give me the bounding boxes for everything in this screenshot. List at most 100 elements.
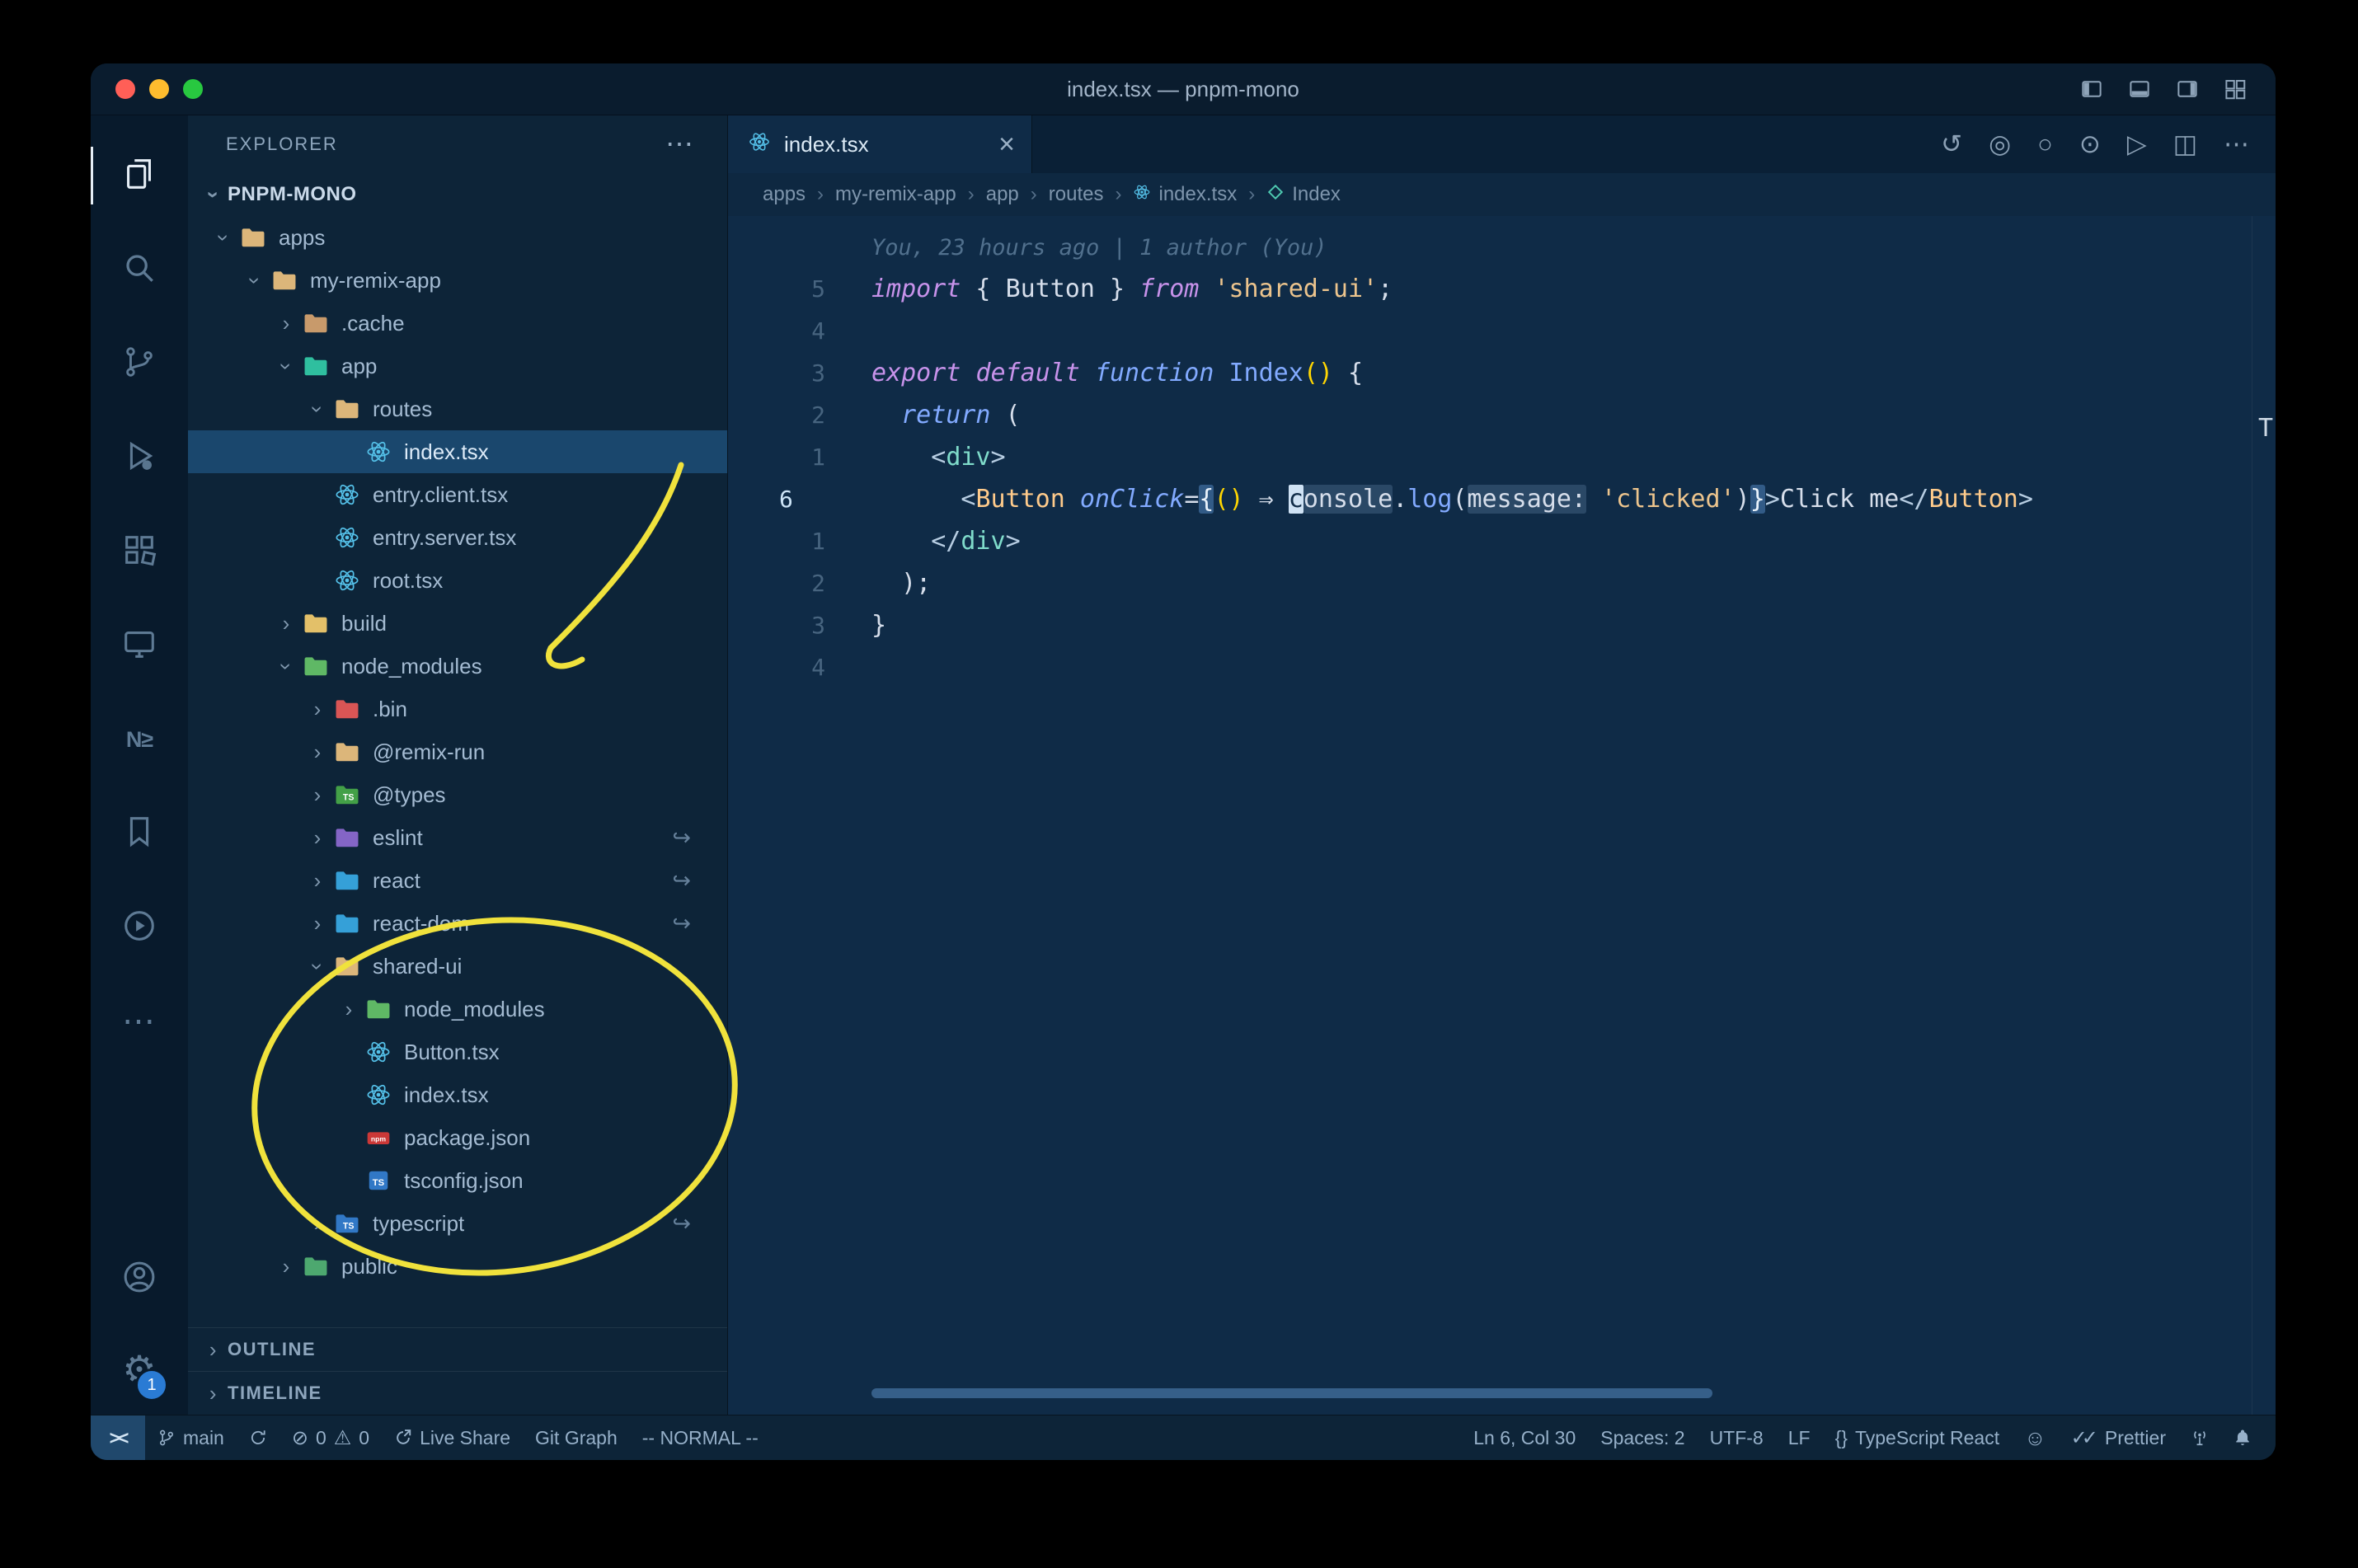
breadcrumb-item-app[interactable]: app [986, 183, 1019, 206]
twistie-collapsed-icon[interactable]: › [303, 1211, 331, 1237]
breadcrumb-item-routes[interactable]: routes [1049, 183, 1104, 206]
status-eol[interactable]: LF [1776, 1415, 1823, 1460]
symlink-indicator-icon: ↪ [672, 867, 691, 893]
tree-item-apps[interactable]: › apps [188, 216, 727, 259]
tree-item-index-tsx[interactable]: index.tsx [188, 1073, 727, 1116]
toggle-secondary-sidebar-icon[interactable] [2175, 77, 2200, 101]
twistie-collapsed-icon[interactable]: › [303, 697, 331, 722]
status-cursor-position[interactable]: Ln 6, Col 30 [1461, 1415, 1588, 1460]
breadcrumb-item-apps[interactable]: apps [763, 183, 806, 206]
tree-item--remix-run[interactable]: › @remix-run [188, 730, 727, 773]
tab-index-tsx[interactable]: index.tsx × [728, 115, 1032, 173]
tree-item-node-modules[interactable]: › node_modules [188, 988, 727, 1030]
twistie-collapsed-icon[interactable]: › [303, 739, 331, 765]
tree-item-my-remix-app[interactable]: › my-remix-app [188, 259, 727, 302]
timeline-history-icon[interactable]: ↺ [1941, 129, 1962, 159]
more-actions-icon[interactable]: ⋯ [2224, 129, 2249, 159]
tree-item-entry-server-tsx[interactable]: entry.server.tsx [188, 516, 727, 559]
outline-section[interactable]: › OUTLINE [188, 1327, 727, 1371]
tree-item--types[interactable]: › TS @types [188, 773, 727, 816]
status-feedback-smiley[interactable]: ☺ [2012, 1415, 2059, 1460]
tree-item--cache[interactable]: › .cache [188, 302, 727, 345]
zoom-window-button[interactable] [183, 79, 203, 99]
status-encoding[interactable]: UTF-8 [1698, 1415, 1776, 1460]
horizontal-scrollbar[interactable] [871, 1388, 1712, 1398]
tree-item-shared-ui[interactable]: › shared-ui [188, 945, 727, 988]
run-code-icon[interactable]: ▷ [2127, 129, 2147, 159]
activity-settings[interactable]: ⚙ 1 [91, 1324, 188, 1415]
status-git-graph[interactable]: Git Graph [523, 1415, 630, 1460]
status-sync-changes[interactable] [237, 1415, 279, 1460]
twistie-expanded-icon[interactable]: › [242, 266, 268, 294]
breadcrumb-item-index-tsx[interactable]: index.tsx [1133, 183, 1237, 207]
twistie-expanded-icon[interactable]: › [211, 223, 237, 251]
code-editor[interactable]: You, 23 hours ago | 1 author (You) 5 impor… [728, 216, 2276, 1415]
tab-close-icon[interactable]: × [998, 130, 1015, 158]
workspace-root-row[interactable]: › PNPM-MONO [188, 173, 727, 216]
twistie-collapsed-icon[interactable]: › [303, 911, 331, 937]
twistie-collapsed-icon[interactable]: › [335, 997, 363, 1022]
gitlens-prev-change-icon[interactable]: ◎ [1989, 129, 2011, 159]
status-live-share[interactable]: Live Share [382, 1415, 523, 1460]
activity-account[interactable] [91, 1233, 188, 1324]
gitlens-next-change-icon[interactable]: ⊙ [2079, 129, 2101, 159]
twistie-collapsed-icon[interactable]: › [272, 611, 300, 636]
tree-item-react[interactable]: › react ↪ [188, 859, 727, 902]
activity-search[interactable] [91, 223, 188, 317]
twistie-expanded-icon[interactable]: › [305, 395, 331, 423]
twistie-collapsed-icon[interactable]: › [303, 782, 331, 808]
status-vim-mode[interactable]: -- NORMAL -- [630, 1415, 771, 1460]
toggle-panel-icon[interactable] [2127, 77, 2152, 101]
tree-item-tsconfig-json[interactable]: TS tsconfig.json [188, 1159, 727, 1202]
close-window-button[interactable] [115, 79, 135, 99]
activity-extensions[interactable] [91, 505, 188, 599]
twistie-expanded-icon[interactable]: › [274, 352, 299, 380]
timeline-section[interactable]: › TIMELINE [188, 1371, 727, 1415]
tree-item-eslint[interactable]: › eslint ↪ [188, 816, 727, 859]
breadcrumb-item-index[interactable]: Index [1266, 183, 1341, 207]
tree-item-typescript[interactable]: › TS typescript ↪ [188, 1202, 727, 1245]
tree-item--bin[interactable]: › .bin [188, 688, 727, 730]
status-language-mode[interactable]: {} TypeScript React [1823, 1415, 2013, 1460]
tree-item-app[interactable]: › app [188, 345, 727, 387]
activity-more-views[interactable]: ⋯ [91, 974, 188, 1068]
tree-item-react-dom[interactable]: › react-dom ↪ [188, 902, 727, 945]
tree-item-routes[interactable]: › routes [188, 387, 727, 430]
tree-item-public[interactable]: › public [188, 1245, 727, 1288]
status-indentation[interactable]: Spaces: 2 [1588, 1415, 1697, 1460]
twistie-collapsed-icon[interactable]: › [303, 868, 331, 894]
status-notifications[interactable] [2221, 1415, 2264, 1460]
tree-item-build[interactable]: › build [188, 602, 727, 645]
minimize-window-button[interactable] [149, 79, 169, 99]
activity-run-debug[interactable] [91, 411, 188, 505]
activity-code-runner[interactable] [91, 880, 188, 974]
status-remote-indicator[interactable]: >< [91, 1415, 145, 1460]
breadcrumb-item-my-remix-app[interactable]: my-remix-app [835, 183, 956, 206]
status-prettier[interactable]: ✓✓ Prettier [2059, 1415, 2178, 1460]
activity-remote-explorer[interactable] [91, 599, 188, 692]
twistie-collapsed-icon[interactable]: › [272, 311, 300, 336]
status-git-branch[interactable]: main [145, 1415, 237, 1460]
gitlens-changes-icon[interactable]: ○ [2037, 129, 2053, 159]
explorer-more-actions[interactable]: ⋯ [665, 128, 694, 161]
twistie-collapsed-icon[interactable]: › [272, 1254, 300, 1279]
twistie-expanded-icon[interactable]: › [274, 652, 299, 680]
activity-bookmarks[interactable] [91, 786, 188, 880]
tree-item-button-tsx[interactable]: Button.tsx [188, 1030, 727, 1073]
activity-nx-console[interactable]: N≥ [91, 692, 188, 786]
activity-explorer[interactable] [91, 129, 188, 223]
tree-item-package-json[interactable]: npm package.json [188, 1116, 727, 1159]
customize-layout-icon[interactable] [2223, 77, 2248, 101]
titlebar[interactable]: index.tsx — pnpm-mono [91, 63, 2276, 115]
twistie-collapsed-icon[interactable]: › [303, 825, 331, 851]
tree-item-node-modules[interactable]: › node_modules [188, 645, 727, 688]
status-broadcast[interactable] [2178, 1415, 2221, 1460]
twistie-expanded-icon[interactable]: › [305, 952, 331, 980]
split-editor-icon[interactable]: ◫ [2173, 129, 2197, 159]
activity-source-control[interactable] [91, 317, 188, 411]
status-problems[interactable]: ⊘ 0 ⚠ 0 [279, 1415, 382, 1460]
tree-item-entry-client-tsx[interactable]: entry.client.tsx [188, 473, 727, 516]
tree-item-index-tsx[interactable]: index.tsx [188, 430, 727, 473]
tree-item-root-tsx[interactable]: root.tsx [188, 559, 727, 602]
toggle-sidebar-icon[interactable] [2079, 77, 2104, 101]
